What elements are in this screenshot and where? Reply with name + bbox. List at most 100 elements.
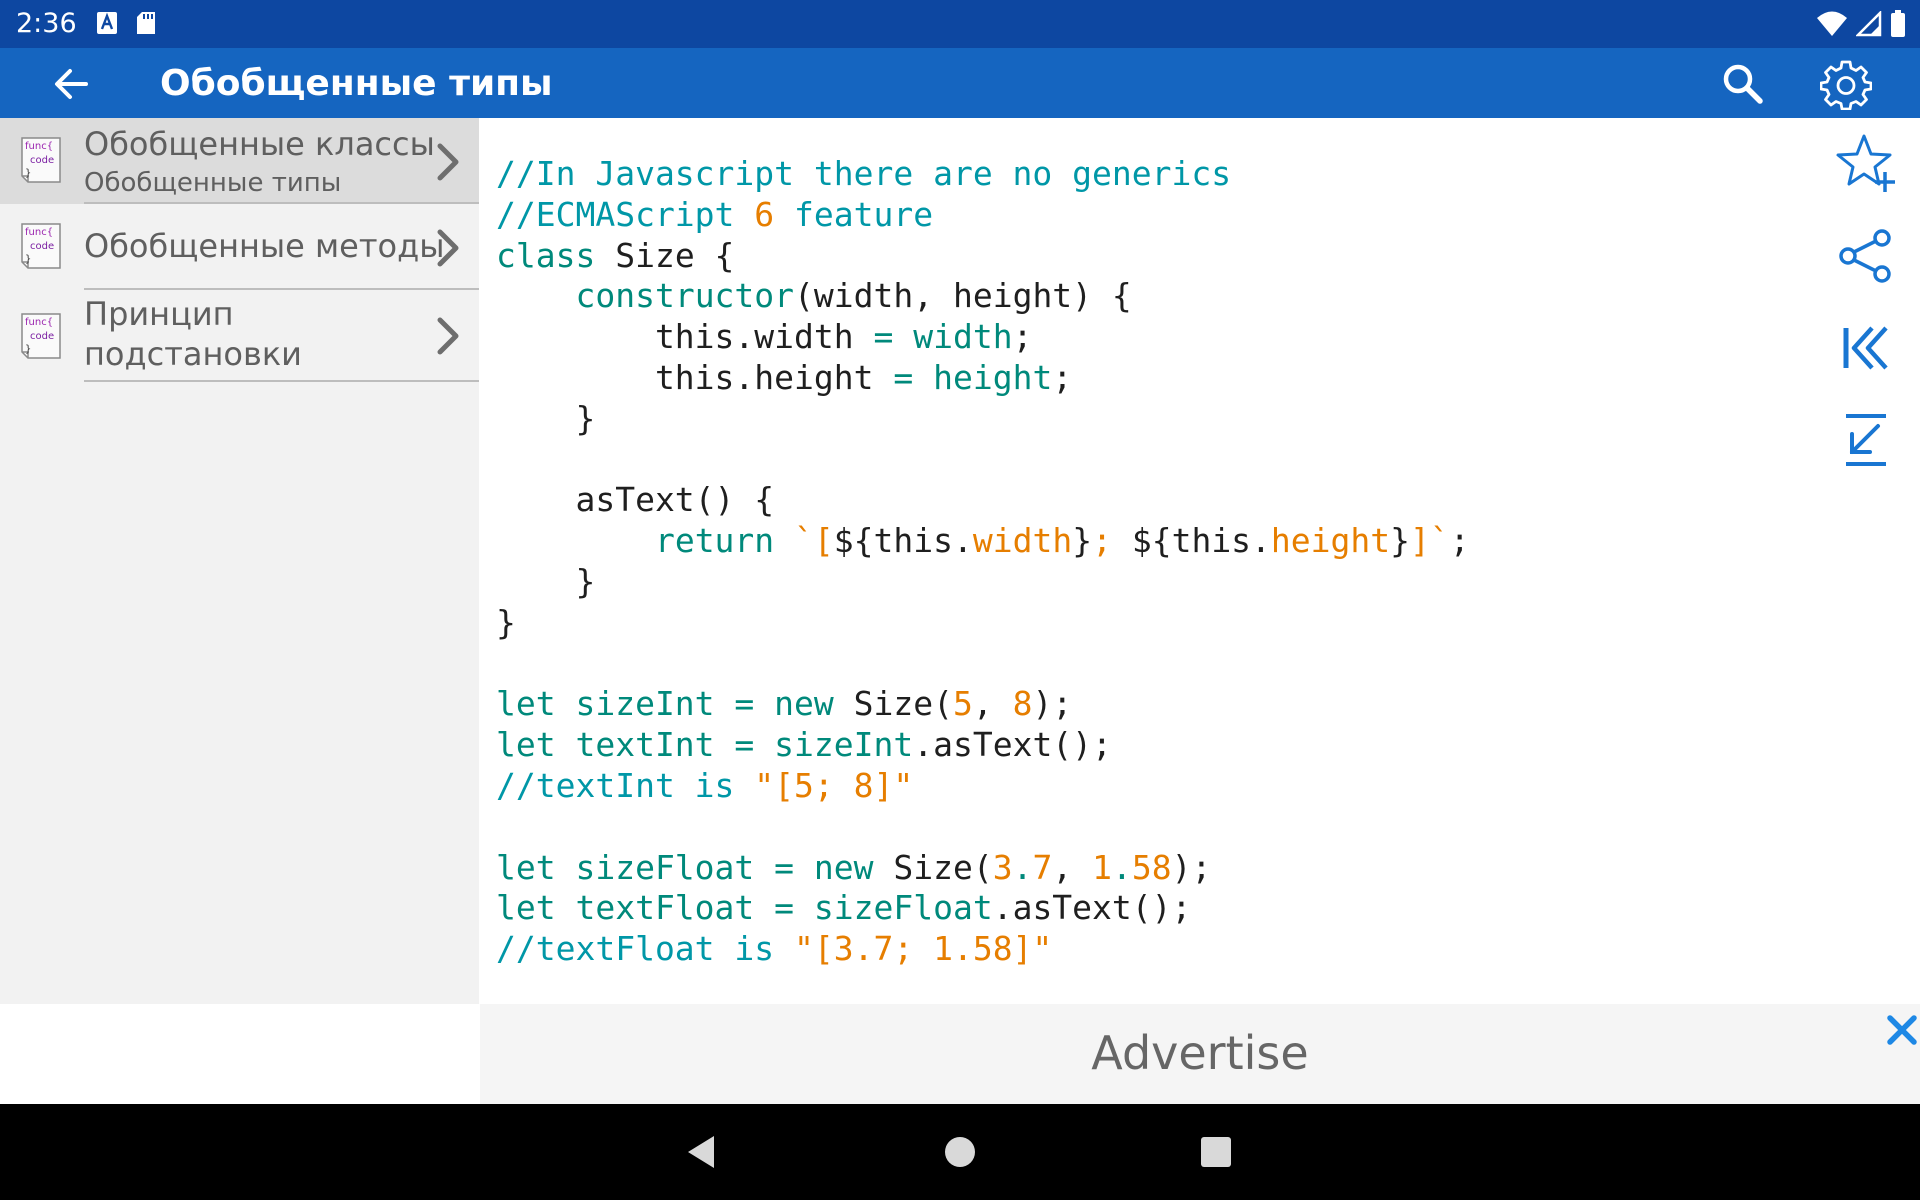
sidebar-item-substitution-principle[interactable]: func{ code } Принцип подстановки xyxy=(0,290,479,382)
ad-text: Advertise xyxy=(1091,1026,1309,1080)
nav-recents-icon[interactable] xyxy=(1196,1132,1236,1172)
code-token: ${this. xyxy=(1131,521,1271,561)
sidebar-item-label: Обобщенные методы xyxy=(84,227,445,265)
code-token: //In Javascript there are no generics xyxy=(496,154,1232,193)
wifi-icon xyxy=(1817,11,1847,36)
code-token: ; xyxy=(1052,357,1073,397)
nav-back-icon[interactable] xyxy=(682,1132,722,1172)
code-token: //textFloat is xyxy=(496,929,795,969)
code-token: .asText(); xyxy=(992,888,1192,928)
code-line: //In Javascript there are no generics xyxy=(496,154,1470,195)
code-file-icon-text-3: } xyxy=(25,254,31,265)
code-token: . xyxy=(1111,847,1132,887)
divider xyxy=(84,380,479,382)
code-token: , xyxy=(1052,847,1093,887)
keyboard-notification-icon xyxy=(97,12,117,34)
code-token: 3 xyxy=(992,847,1013,887)
code-line: let sizeInt = new Size(5, 8); xyxy=(496,684,1470,725)
code-token: this.height xyxy=(496,357,894,397)
ad-banner[interactable]: Advertise xyxy=(480,1004,1920,1104)
code-file-icon-text-1: func{ xyxy=(25,141,53,152)
code-line: //ECMAScript 6 feature xyxy=(496,195,1470,236)
code-file-icon: func{ code } xyxy=(21,223,61,269)
code-token: , xyxy=(972,684,1013,724)
code-line: let textFloat = sizeFloat.asText(); xyxy=(496,888,1470,929)
nav-home-icon[interactable] xyxy=(940,1132,980,1172)
code-token: ; xyxy=(1092,521,1132,561)
code-line: } xyxy=(496,399,1470,440)
code-token: } xyxy=(496,398,596,438)
share-icon[interactable] xyxy=(1834,224,1898,288)
code-token: width xyxy=(913,317,1013,357)
sidebar-item-label: Обобщенные классы xyxy=(84,125,435,163)
chevron-right-icon xyxy=(437,317,459,355)
code-token: return xyxy=(654,521,775,561)
code-token: } xyxy=(496,602,516,642)
sidebar: func{ code } Обобщенные классы Обобщенны… xyxy=(0,118,479,1004)
add-favorite-star-icon[interactable] xyxy=(1834,132,1898,196)
status-bar: 2:36 xyxy=(0,0,1920,48)
code-token: .asText(); xyxy=(913,725,1112,765)
code-file-icon: func{ code } xyxy=(21,313,61,359)
code-token: let sizeFloat = new xyxy=(496,847,874,887)
back-arrow-icon[interactable] xyxy=(50,62,94,106)
code-token: 6 xyxy=(754,194,775,234)
code-token: width xyxy=(972,521,1073,561)
code-token: (width, height) { xyxy=(794,276,1132,316)
code-token: = xyxy=(893,357,914,397)
jump-to-start-icon[interactable] xyxy=(1834,316,1898,380)
sidebar-item-generic-classes[interactable]: func{ code } Обобщенные классы Обобщенны… xyxy=(0,118,479,204)
code-token: = xyxy=(873,317,894,357)
code-line: } xyxy=(496,603,1470,644)
page-title: Обобщенные типы xyxy=(160,63,553,104)
gear-icon[interactable] xyxy=(1820,58,1872,110)
side-toolbar xyxy=(1810,118,1920,1004)
code-line: //textFloat is "[3.7; 1.58]" xyxy=(496,929,1470,970)
code-viewer[interactable]: //In Javascript there are no generics//E… xyxy=(480,118,1810,1004)
code-file-icon-text-1: func{ xyxy=(25,317,53,328)
code-token: class xyxy=(496,235,596,275)
code-token: 8 xyxy=(1012,684,1033,724)
sidebar-item-generic-methods[interactable]: func{ code } Обобщенные методы xyxy=(0,204,479,290)
app-bar: Обобщенные типы xyxy=(0,48,1920,118)
search-icon[interactable] xyxy=(1720,61,1766,107)
code-token: . xyxy=(1012,847,1033,887)
code-token: ; xyxy=(1012,317,1033,357)
code-token: "[3.7; 1.58]" xyxy=(794,929,1053,969)
battery-icon xyxy=(1891,10,1905,37)
code-token: } xyxy=(1390,521,1411,561)
sidebar-item-sublabel: Обобщенные типы xyxy=(84,168,342,198)
code-line: constructor(width, height) { xyxy=(496,276,1470,317)
code-token: height xyxy=(1270,521,1391,561)
code-file-icon-text-3: } xyxy=(25,168,31,179)
code-file-icon-text-1: func{ xyxy=(25,227,53,238)
status-system-icons xyxy=(1816,10,1906,38)
code-file-icon-text-2: code xyxy=(30,241,54,252)
code-line: //textInt is "[5; 8]" xyxy=(496,766,1470,807)
scroll-to-bottom-icon[interactable] xyxy=(1834,408,1898,472)
code-line: asText() { xyxy=(496,480,1470,521)
code-token: ; xyxy=(1449,521,1470,561)
code-file-icon-text-2: code xyxy=(30,331,54,342)
code-token: height xyxy=(933,357,1053,397)
chevron-right-icon xyxy=(437,143,459,181)
code-token: let textInt = sizeInt xyxy=(496,725,914,765)
code-token: } xyxy=(496,561,596,601)
code-line: this.width = width; xyxy=(496,317,1470,358)
code-token: ]` xyxy=(1410,521,1450,561)
code-token: Size( xyxy=(833,684,953,724)
close-icon[interactable] xyxy=(1882,1010,1920,1050)
code-file-icon-text-3: } xyxy=(25,344,31,355)
sidebar-item-label-line2: подстановки xyxy=(84,335,302,373)
code-token: 1 xyxy=(1092,847,1112,887)
code-token: asText() { xyxy=(496,480,775,520)
code-token: 7 xyxy=(1032,847,1053,887)
system-nav-bar xyxy=(0,1104,1920,1200)
